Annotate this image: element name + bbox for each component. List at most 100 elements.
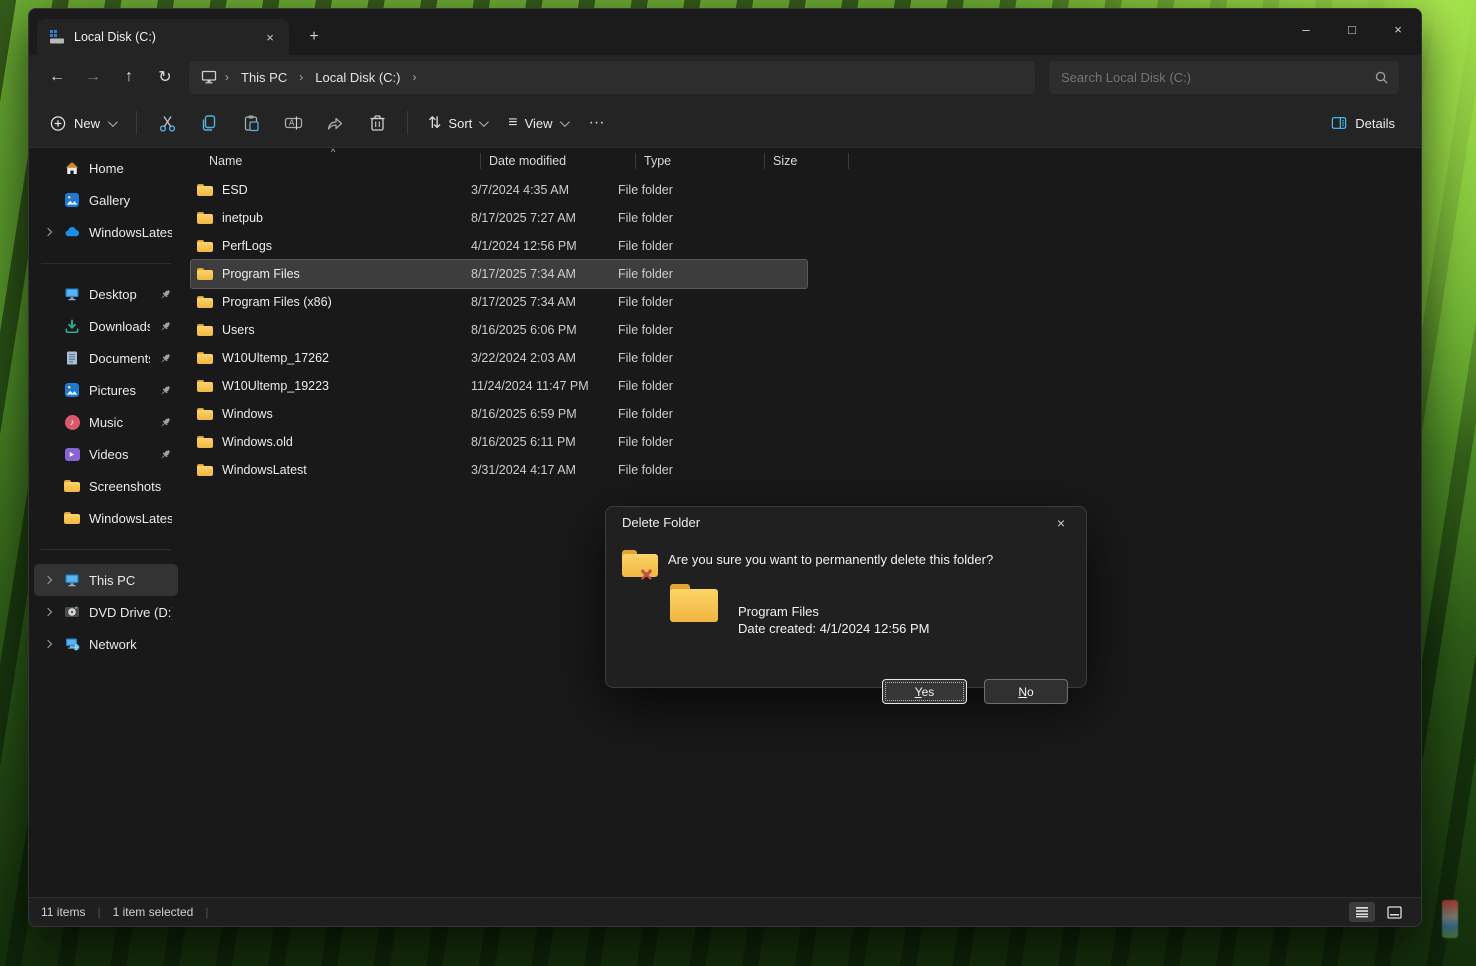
search-icon[interactable] [1373,69,1389,85]
file-date: 8/17/2025 7:27 AM [463,211,610,225]
sidebar-item-downloads[interactable]: Downloads [34,310,178,342]
sidebar-item-label: WindowsLatest - Pe [89,225,172,240]
file-name: W10Ultemp_19223 [222,379,329,393]
chevron-right-icon[interactable] [44,608,52,616]
details-view-button[interactable] [1349,902,1375,922]
file-date: 8/17/2025 7:34 AM [463,295,610,309]
tab-close-button[interactable]: × [259,26,281,48]
file-row-program-files[interactable]: Program Files 8/17/2025 7:34 AM File fol… [191,260,807,288]
tab-strip: Local Disk (C:) × + – □ × [29,9,1421,55]
folder-icon [197,296,213,308]
file-name: W10Ultemp_17262 [222,351,329,365]
sidebar-item-screenshots[interactable]: Screenshots [34,470,178,502]
yes-button[interactable]: Yes [882,679,967,704]
sidebar-item-pictures[interactable]: Pictures [34,374,178,406]
file-rows: ESD 3/7/2024 4:35 AM File folder inetpub… [191,176,1421,484]
dialog-close-button[interactable]: × [1046,511,1076,535]
column-header-size[interactable]: Size [765,148,849,174]
share-button[interactable] [315,106,355,140]
details-pane-icon [1331,115,1347,131]
details-pane-button[interactable]: Details [1321,109,1405,137]
sidebar-item-videos[interactable]: Videos [34,438,178,470]
sidebar-item-gallery[interactable]: Gallery [34,184,178,216]
view-button[interactable]: ≡ View [498,107,576,139]
yes-button-label: Yes [915,685,935,699]
search-input[interactable] [1059,69,1373,86]
toolbar-divider [407,111,408,135]
up-button[interactable]: ↑ [111,61,147,93]
videos-icon [64,446,80,462]
file-type: File folder [610,239,731,253]
drive-icon [49,29,65,45]
more-options-button[interactable]: ··· [579,107,615,139]
refresh-button[interactable]: ↻ [147,61,183,93]
folder-icon [197,268,213,280]
column-header-type[interactable]: Type [636,148,765,174]
paste-button[interactable] [231,106,271,140]
cut-button[interactable] [147,106,187,140]
sidebar-item-label: Music [89,415,123,430]
dialog-message: Are you sure you want to permanently del… [668,552,993,567]
delete-button[interactable] [357,106,397,140]
breadcrumb-this-pc[interactable]: This PC [237,68,291,87]
chevron-right-icon[interactable] [44,576,52,584]
sort-button[interactable]: ⇅ Sort [418,106,496,140]
sidebar-item-desktop[interactable]: Desktop [34,278,178,310]
address-bar[interactable]: › This PC › Local Disk (C:) › [189,61,1035,94]
breadcrumb-local-disk[interactable]: Local Disk (C:) [311,68,404,87]
folder-icon [197,324,213,336]
maximize-button[interactable]: □ [1329,9,1375,49]
new-button-label: New [74,116,100,131]
file-row-inetpub[interactable]: inetpub 8/17/2025 7:27 AM File folder [191,204,807,232]
sidebar-item-music[interactable]: Music [34,406,178,438]
sidebar-item-network[interactable]: Network [34,628,178,660]
no-button-label: No [1018,685,1033,699]
sidebar-item-windowslatest[interactable]: WindowsLatest [34,502,178,534]
back-button[interactable]: ← [39,61,75,93]
copy-button[interactable] [189,106,229,140]
toolbar-divider [136,111,137,135]
tab-local-disk-c[interactable]: Local Disk (C:) × [37,19,289,55]
thumbnail-view-button[interactable] [1381,902,1407,922]
chevron-down-icon [108,117,118,127]
pin-icon [159,352,172,365]
rename-button[interactable]: A [273,106,313,140]
sidebar-item-onedrive[interactable]: WindowsLatest - Pe [34,216,178,248]
sidebar-item-label: Network [89,637,137,652]
column-header-date-modified[interactable]: Date modified [481,148,636,174]
file-row-esd[interactable]: ESD 3/7/2024 4:35 AM File folder [191,176,807,204]
selection-count: 1 item selected [113,905,194,919]
navigation-bar: ← → ↑ ↻ › This PC › Local Disk (C:) › [29,55,1421,99]
sidebar-item-home[interactable]: Home [34,152,178,184]
file-row-w10ultemp-17262[interactable]: W10Ultemp_17262 3/22/2024 2:03 AM File f… [191,344,807,372]
chevron-right-icon[interactable] [44,228,52,236]
gallery-icon [64,192,80,208]
file-name: Windows.old [222,435,293,449]
new-tab-button[interactable]: + [299,22,329,52]
file-row-windowslatest[interactable]: WindowsLatest 3/31/2024 4:17 AM File fol… [191,456,807,484]
column-header-name[interactable]: Name [191,148,481,174]
pictures-icon [64,382,80,398]
file-row-perflogs[interactable]: PerfLogs 4/1/2024 12:56 PM File folder [191,232,807,260]
forward-button[interactable]: → [75,61,111,93]
sidebar-item-documents[interactable]: Documents [34,342,178,374]
sidebar-item-label: This PC [89,573,135,588]
sidebar-item-this-pc[interactable]: This PC [34,564,178,596]
file-row-w10ultemp-19223[interactable]: W10Ultemp_19223 11/24/2024 11:47 PM File… [191,372,807,400]
file-date: 8/16/2025 6:06 PM [463,323,610,337]
close-button[interactable]: × [1375,9,1421,49]
file-type: File folder [610,211,731,225]
no-button[interactable]: No [984,679,1068,704]
file-date: 4/1/2024 12:56 PM [463,239,610,253]
file-row-users[interactable]: Users 8/16/2025 6:06 PM File folder [191,316,807,344]
file-row-windows[interactable]: Windows 8/16/2025 6:59 PM File folder [191,400,807,428]
sidebar-item-label: Screenshots [89,479,161,494]
file-date: 8/16/2025 6:59 PM [463,407,610,421]
file-name: WindowsLatest [222,463,307,477]
chevron-right-icon[interactable] [44,640,52,648]
sidebar-item-dvd-drive[interactable]: DVD Drive (D:) CCC [34,596,178,628]
minimize-button[interactable]: – [1283,9,1329,49]
new-button[interactable]: New [39,108,126,138]
file-row-windows-old[interactable]: Windows.old 8/16/2025 6:11 PM File folde… [191,428,807,456]
file-row-program-files-x86[interactable]: Program Files (x86) 8/17/2025 7:34 AM Fi… [191,288,807,316]
